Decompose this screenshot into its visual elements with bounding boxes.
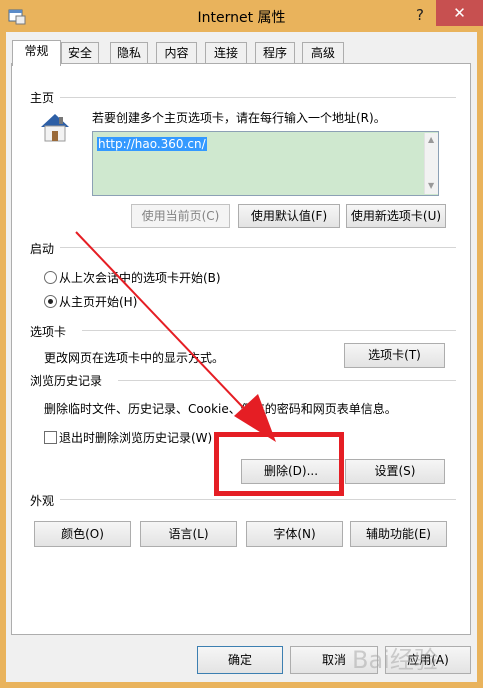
radio-selected-dot <box>48 299 53 304</box>
radio-home-page[interactable] <box>44 295 57 308</box>
annotation-highlight-box <box>214 432 344 496</box>
tab-security[interactable]: 安全 <box>61 42 99 64</box>
history-divider <box>118 380 456 381</box>
home-description: 若要创建多个主页选项卡，请在每行输入一个地址(R)。 <box>92 111 386 125</box>
startup-heading: 启动 <box>30 240 59 257</box>
use-default-button[interactable]: 使用默认值(F) <box>238 204 340 228</box>
home-url-value: http://hao.360.cn/ <box>97 137 207 151</box>
delete-on-exit-label[interactable]: 退出时删除浏览历史记录(W) <box>59 429 212 446</box>
tabs-description: 更改网页在选项卡中的显示方式。 <box>44 351 225 365</box>
history-heading: 浏览历史记录 <box>30 372 107 389</box>
help-button[interactable]: ? <box>408 4 432 26</box>
radio-last-session-label[interactable]: 从上次会话中的选项卡开始(B) <box>59 269 221 286</box>
scroll-down-icon: ▼ <box>428 181 435 190</box>
use-new-tab-button[interactable]: 使用新选项卡(U) <box>346 204 446 228</box>
url-scrollbar[interactable]: ▲ ▼ <box>424 133 438 194</box>
tab-connections[interactable]: 连接 <box>205 42 247 64</box>
ok-button[interactable]: 确定 <box>197 646 283 674</box>
startup-divider <box>60 247 456 248</box>
fonts-button[interactable]: 字体(N) <box>246 521 343 547</box>
home-url-textarea[interactable]: http://hao.360.cn/ ▲ ▼ <box>92 131 439 196</box>
tab-privacy[interactable]: 隐私 <box>110 42 148 64</box>
tabs-heading: 选项卡 <box>30 323 71 340</box>
use-current-button[interactable]: 使用当前页(C) <box>131 204 230 228</box>
home-divider <box>60 97 456 98</box>
house-icon <box>38 110 72 144</box>
delete-on-exit-checkbox[interactable] <box>44 431 57 444</box>
tab-content[interactable]: 内容 <box>156 42 197 64</box>
languages-button[interactable]: 语言(L) <box>140 521 237 547</box>
appearance-heading: 外观 <box>30 492 59 509</box>
close-button[interactable]: ✕ <box>436 0 483 26</box>
tab-general[interactable]: 常规 <box>12 40 61 66</box>
radio-home-page-label[interactable]: 从主页开始(H) <box>59 293 137 310</box>
general-tab-panel: 主页 若要创建多个主页选项卡，请在每行输入一个地址(R)。 http://hao… <box>11 63 471 635</box>
scroll-up-icon: ▲ <box>428 135 435 144</box>
tabs-button[interactable]: 选项卡(T) <box>344 343 445 368</box>
watermark-logo: Bai经验 <box>352 646 438 674</box>
appearance-divider <box>60 499 456 500</box>
accessibility-button[interactable]: 辅助功能(E) <box>350 521 447 547</box>
tab-programs[interactable]: 程序 <box>255 42 295 64</box>
history-settings-button[interactable]: 设置(S) <box>345 459 445 484</box>
history-description: 删除临时文件、历史记录、Cookie、保存的密码和网页表单信息。 <box>44 402 397 416</box>
home-heading: 主页 <box>30 89 59 106</box>
radio-last-session[interactable] <box>44 271 57 284</box>
tab-advanced[interactable]: 高级 <box>302 42 344 64</box>
colors-button[interactable]: 颜色(O) <box>34 521 131 547</box>
tabs-divider <box>82 330 456 331</box>
